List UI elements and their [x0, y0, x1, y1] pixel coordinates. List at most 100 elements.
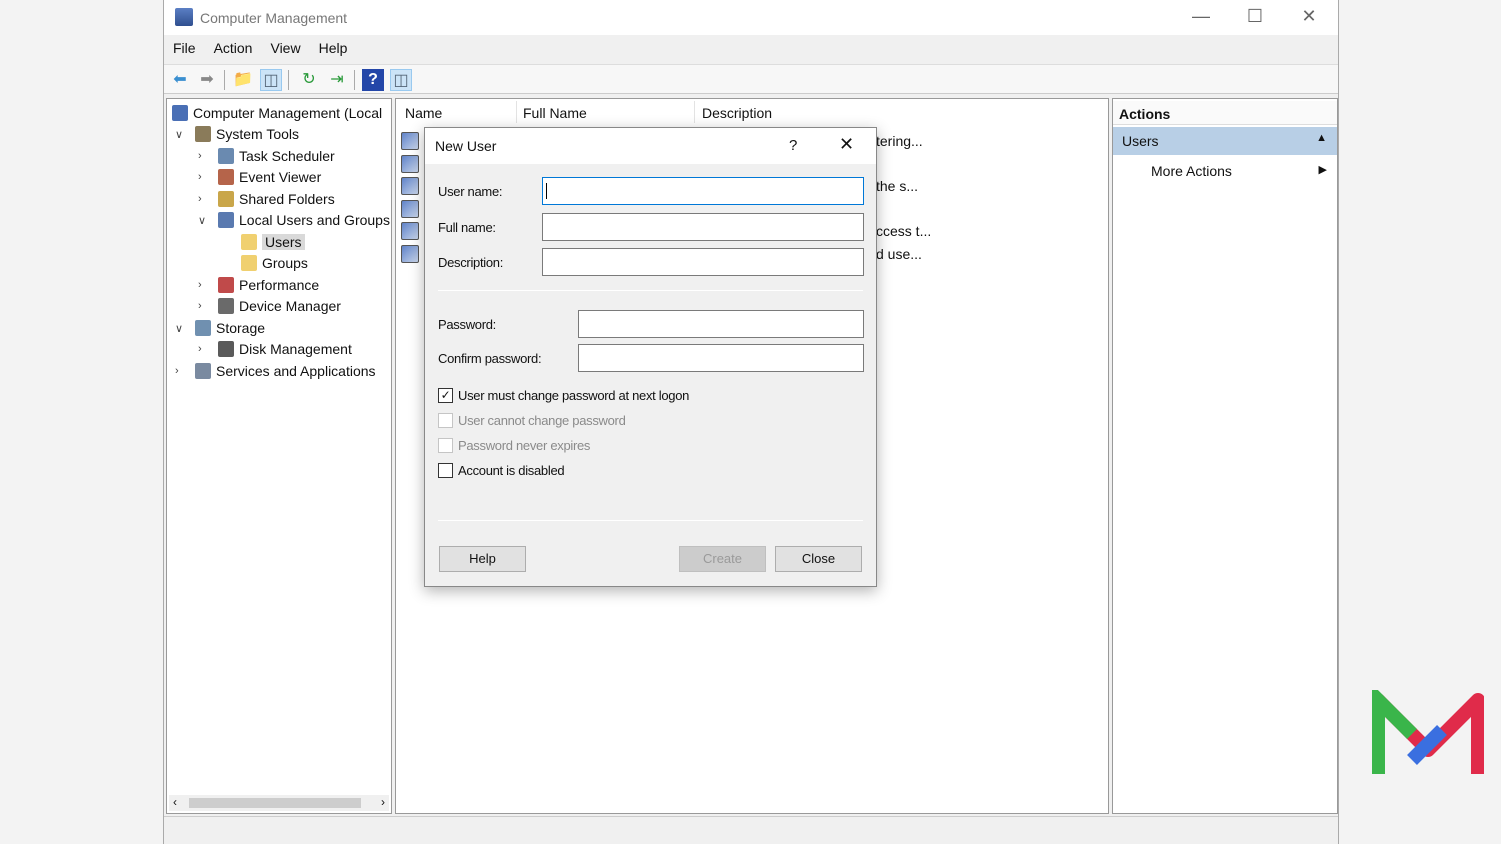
help-icon[interactable]: ? [362, 69, 384, 91]
confirm-password-label: Confirm password: [438, 351, 542, 366]
new-user-dialog: New User ? ✕ User name: Full name: Descr… [424, 127, 877, 587]
menu-action[interactable]: Action [205, 38, 262, 60]
submenu-arrow-icon: ▶ [1318, 164, 1327, 176]
checkbox-option[interactable]: Password never expires [438, 438, 590, 453]
node-icon [172, 105, 188, 121]
expand-chevron-icon[interactable]: › [198, 300, 202, 312]
create-button[interactable]: Create [679, 546, 766, 572]
user-icon[interactable] [401, 177, 419, 195]
tree-item[interactable]: Local Users and Groups [218, 210, 390, 230]
expand-chevron-icon[interactable]: › [198, 171, 202, 183]
tree-item-label: Task Scheduler [239, 148, 335, 164]
tree-item[interactable]: System Tools [195, 124, 299, 144]
dialog-title-bar: New User ? ✕ [425, 128, 876, 164]
expand-chevron-icon[interactable]: › [198, 343, 202, 355]
tree-item[interactable]: Services and Applications [195, 361, 376, 381]
node-icon [218, 148, 234, 164]
menu-help[interactable]: Help [310, 38, 357, 60]
checkbox[interactable]: ✓ [438, 388, 453, 403]
divider [438, 520, 863, 521]
close-button[interactable]: Close [775, 546, 862, 572]
checkbox[interactable] [438, 413, 453, 428]
show-hide-action-pane-icon[interactable]: ◫ [390, 69, 412, 91]
column-name[interactable]: Name [405, 105, 442, 121]
horizontal-scrollbar[interactable]: ‹ › [169, 795, 389, 811]
folder-icon [241, 234, 257, 250]
node-icon [218, 169, 234, 185]
user-icon[interactable] [401, 199, 419, 218]
expand-chevron-icon[interactable]: › [198, 193, 202, 205]
menu-view[interactable]: View [261, 38, 309, 60]
up-folder-icon[interactable]: 📁 [232, 69, 254, 91]
scroll-thumb[interactable] [189, 798, 361, 808]
tree-item-label: Storage [216, 320, 266, 336]
user-icon[interactable] [401, 154, 419, 173]
tree-item-label: Shared Folders [239, 191, 335, 207]
description-input[interactable] [542, 248, 864, 276]
close-window-button[interactable]: ✕ [1294, 6, 1324, 30]
show-hide-tree-icon[interactable]: ◫ [260, 69, 282, 91]
forward-arrow-icon[interactable]: ➡ [196, 69, 218, 91]
dialog-close-icon[interactable]: ✕ [839, 134, 854, 155]
expand-chevron-icon[interactable]: › [198, 150, 202, 162]
actions-pane: Actions Users ▲ More Actions ▶ [1112, 98, 1338, 814]
help-button[interactable]: Help [439, 546, 526, 572]
expand-chevron-icon[interactable]: › [175, 365, 179, 377]
column-description[interactable]: Description [702, 105, 772, 121]
fullname-input[interactable] [542, 213, 864, 241]
checkbox-option[interactable]: ✓ User must change password at next logon [438, 388, 689, 403]
minimize-button[interactable]: — [1186, 6, 1216, 30]
maximize-button[interactable]: ☐ [1240, 6, 1270, 30]
user-icon[interactable] [401, 244, 419, 263]
password-input[interactable] [578, 310, 864, 338]
tree-item[interactable]: Groups [241, 253, 308, 273]
toolbar-separator [288, 70, 289, 90]
tree-item[interactable]: Disk Management [218, 339, 352, 359]
actions-users-section[interactable]: Users ▲ [1113, 127, 1337, 155]
back-arrow-icon[interactable]: ⬅ [169, 69, 191, 91]
collapse-triangle-icon[interactable]: ▲ [1316, 132, 1327, 144]
checkbox-option[interactable]: User cannot change password [438, 413, 626, 428]
actions-header: Actions [1113, 101, 1337, 125]
column-full-name[interactable]: Full Name [523, 105, 587, 121]
tree-item[interactable]: Users [241, 232, 305, 252]
toolbar: ⬅ ➡ 📁 ◫ ↻ ⇥ ? ◫ [164, 64, 1338, 94]
computer-management-icon [175, 8, 193, 26]
tree-item[interactable]: Storage [195, 318, 265, 338]
status-bar [164, 816, 1338, 844]
user-icon[interactable] [401, 132, 419, 150]
tree-item[interactable]: Device Manager [218, 296, 341, 316]
column-divider[interactable] [516, 101, 517, 123]
tree-item-label: Event Viewer [239, 169, 322, 185]
collapse-chevron-icon[interactable]: ∨ [175, 322, 183, 335]
dialog-help-button[interactable]: ? [789, 137, 797, 154]
tree-item-label: Disk Management [239, 341, 352, 357]
node-icon [218, 212, 234, 228]
tree-item[interactable]: Performance [218, 275, 319, 295]
column-divider[interactable] [694, 101, 695, 123]
menu-file[interactable]: File [164, 38, 205, 60]
checkbox[interactable] [438, 438, 453, 453]
confirm-password-input[interactable] [578, 344, 864, 372]
refresh-icon[interactable]: ↻ [298, 69, 320, 91]
collapse-chevron-icon[interactable]: ∨ [175, 128, 183, 141]
toolbar-separator [354, 70, 355, 90]
tree-item-label: Users [262, 234, 305, 250]
tree-item-label: Device Manager [239, 298, 341, 314]
tree-item[interactable]: Task Scheduler [218, 146, 335, 166]
tree-item[interactable]: Shared Folders [218, 189, 335, 209]
tree-item[interactable]: Event Viewer [218, 167, 321, 187]
scroll-left-icon[interactable]: ‹ [173, 795, 177, 809]
user-icon[interactable] [401, 222, 419, 240]
username-input[interactable] [542, 177, 864, 205]
node-icon [195, 363, 211, 379]
expand-chevron-icon[interactable]: › [198, 279, 202, 291]
export-list-icon[interactable]: ⇥ [326, 69, 348, 91]
node-icon [195, 126, 211, 142]
more-actions[interactable]: More Actions [1151, 163, 1232, 179]
checkbox-option[interactable]: Account is disabled [438, 463, 565, 478]
collapse-chevron-icon[interactable]: ∨ [198, 214, 206, 227]
checkbox[interactable] [438, 463, 453, 478]
tree-item[interactable]: Computer Management (Local [172, 103, 382, 123]
scroll-right-icon[interactable]: › [381, 795, 385, 809]
